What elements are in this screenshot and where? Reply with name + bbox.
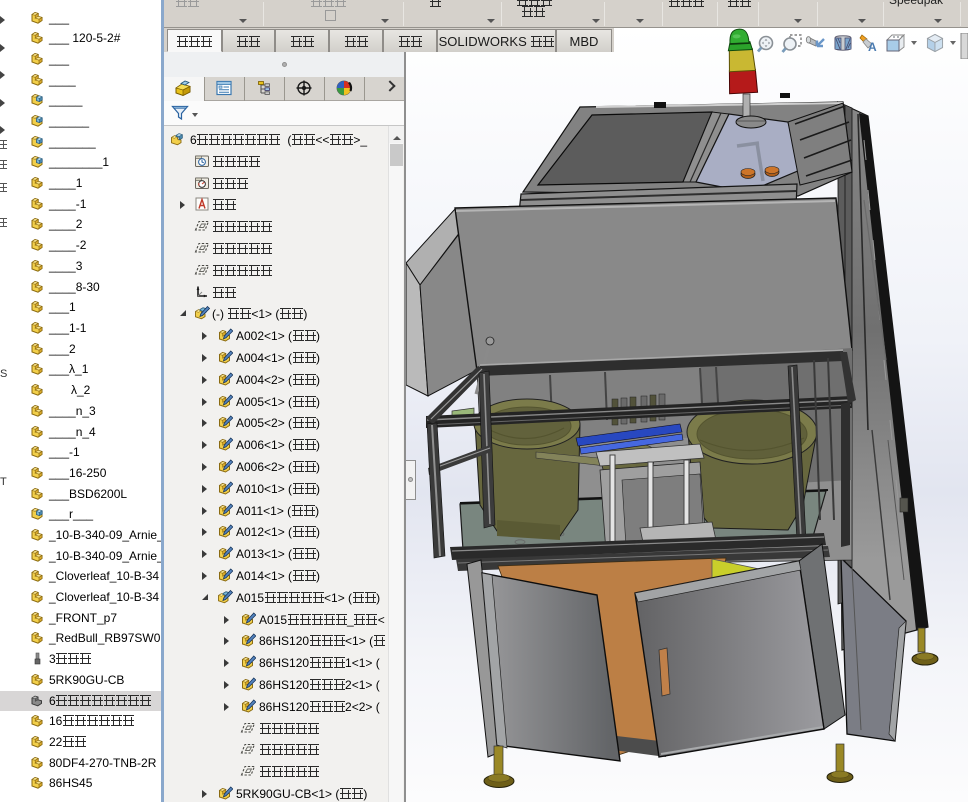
svg-text:A: A: [868, 40, 877, 54]
